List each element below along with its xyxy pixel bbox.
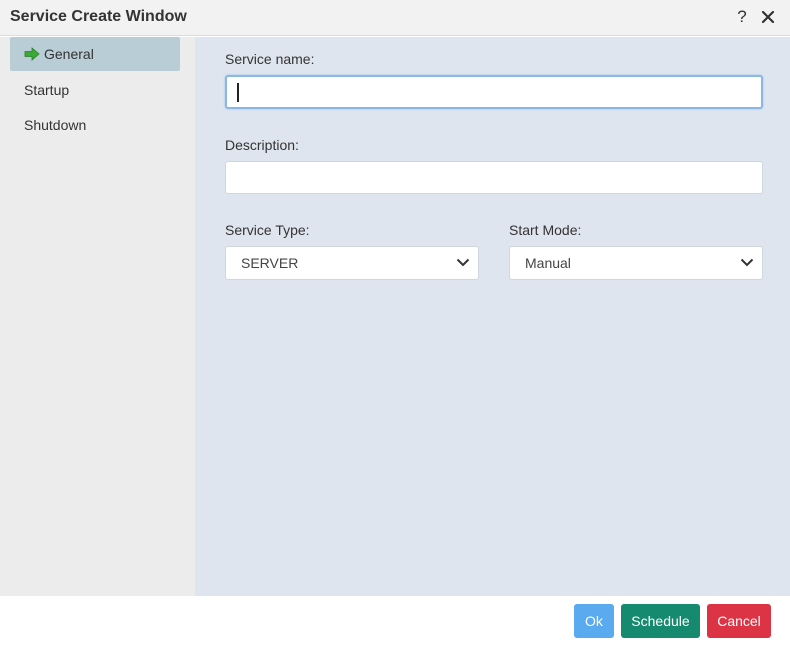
sidebar: General Startup Shutdown: [0, 37, 195, 596]
start-mode-value: Manual: [525, 255, 571, 271]
dialog-footer: Ok Schedule Cancel: [0, 596, 790, 645]
sidebar-item-label: Shutdown: [24, 117, 87, 133]
sidebar-item-startup[interactable]: Startup: [10, 73, 180, 107]
close-button[interactable]: [758, 6, 778, 28]
description-input[interactable]: [225, 161, 763, 194]
service-type-label: Service Type:: [225, 222, 310, 238]
close-icon: [761, 10, 775, 24]
start-mode-label: Start Mode:: [509, 222, 582, 238]
form-panel: Service name: Description: Service Type:…: [195, 37, 790, 596]
ok-button[interactable]: Ok: [574, 604, 614, 638]
sidebar-item-label: Startup: [24, 82, 70, 98]
help-button[interactable]: ?: [732, 6, 752, 28]
schedule-button[interactable]: Schedule: [621, 604, 700, 638]
sidebar-item-shutdown[interactable]: Shutdown: [10, 108, 180, 142]
service-type-select[interactable]: SERVER: [225, 246, 479, 280]
chevron-down-icon: [456, 258, 470, 267]
text-caret: [237, 83, 239, 102]
green-arrow-right-icon: [24, 46, 40, 61]
service-name-input[interactable]: [225, 75, 763, 109]
sidebar-item-general[interactable]: General: [10, 37, 180, 71]
description-label: Description:: [225, 137, 299, 153]
service-name-label: Service name:: [225, 51, 315, 67]
title-bar: Service Create Window ?: [0, 0, 790, 36]
start-mode-select[interactable]: Manual: [509, 246, 763, 280]
service-type-value: SERVER: [241, 255, 299, 271]
sidebar-item-label: General: [44, 46, 94, 62]
window-title: Service Create Window: [10, 8, 187, 25]
cancel-button[interactable]: Cancel: [707, 604, 771, 638]
chevron-down-icon: [740, 258, 754, 267]
